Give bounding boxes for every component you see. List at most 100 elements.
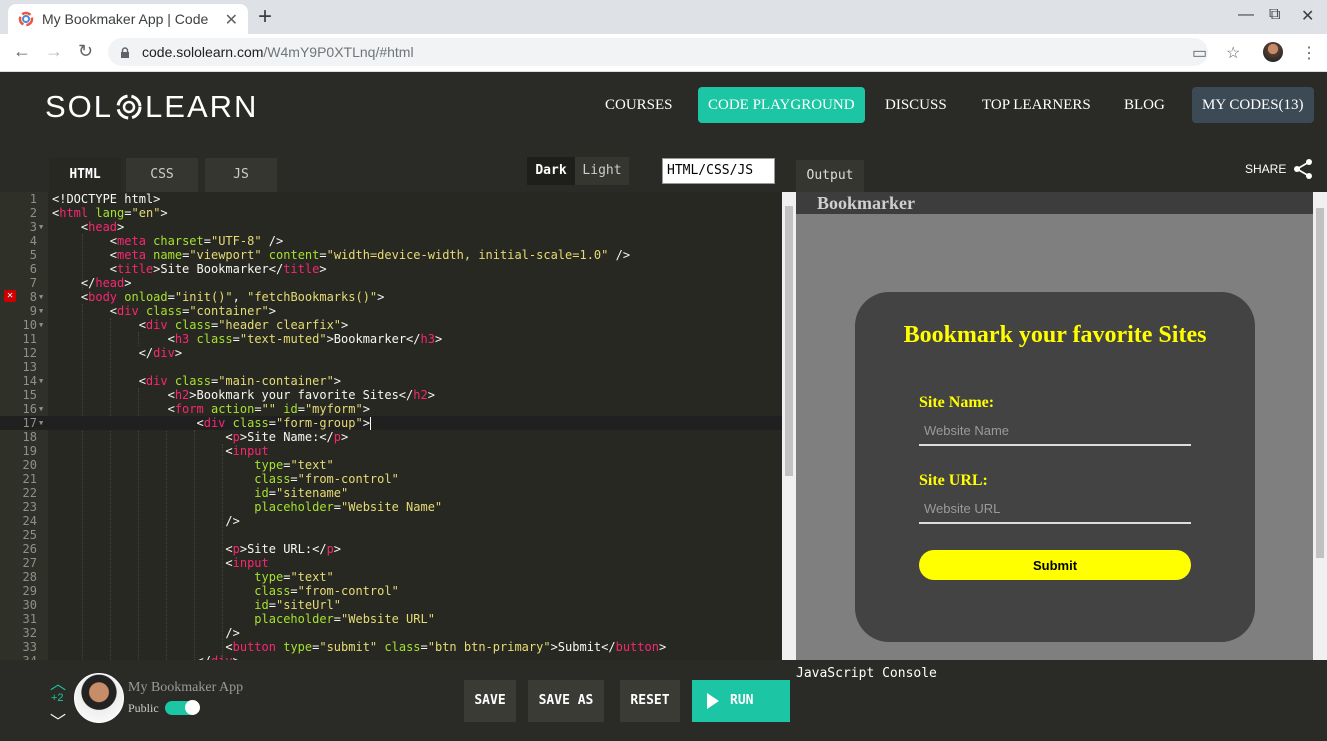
- code-editor[interactable]: 1 <!DOCTYPE html> 2 <html lang="en"> 3 ▼ <hea…: [0, 192, 782, 660]
- fold-arrow-icon[interactable]: ▼: [39, 402, 43, 416]
- address-bar[interactable]: code.sololearn.com/W4mY9P0XTLnq/#html: [108, 38, 1208, 66]
- code-text: <html lang="en">: [52, 206, 168, 220]
- code-line[interactable]: 1 <!DOCTYPE html>: [0, 192, 782, 206]
- code-text: id="siteUrl": [254, 598, 342, 612]
- save-button[interactable]: SAVE: [464, 680, 516, 722]
- tab-js[interactable]: JS: [205, 158, 277, 192]
- code-line[interactable]: 18 <p>Site Name:</p>: [0, 430, 782, 444]
- forward-arrow-icon[interactable]: →: [45, 41, 63, 62]
- line-number: 13: [22, 360, 37, 374]
- submit-button[interactable]: Submit: [919, 550, 1191, 580]
- code-line[interactable]: 14 ▼ <div class="main-container">: [0, 374, 782, 388]
- nav-blog[interactable]: BLOG: [1114, 87, 1175, 123]
- author-avatar[interactable]: [74, 673, 124, 723]
- code-line[interactable]: 25: [0, 528, 782, 542]
- code-line[interactable]: 24 />: [0, 514, 782, 528]
- nav-code-playground[interactable]: CODE PLAYGROUND: [698, 87, 865, 123]
- code-line[interactable]: 32 />: [0, 626, 782, 640]
- theme-dark-button[interactable]: Dark: [527, 157, 575, 185]
- editor-scrollbar[interactable]: [782, 192, 796, 660]
- nav-my-codes[interactable]: MY CODES(13): [1192, 87, 1314, 123]
- code-text: type="text": [254, 570, 334, 584]
- code-text: <p>Site Name:</p>: [52, 430, 349, 444]
- url-path: /W4mY9P0XTLnq/#html: [263, 44, 414, 60]
- code-line[interactable]: 30 id="siteUrl": [0, 598, 782, 612]
- code-line[interactable]: 22 id="sitename": [0, 486, 782, 500]
- share-button[interactable]: SHARE: [1245, 158, 1314, 180]
- bookmark-star-icon[interactable]: ☆: [1226, 43, 1240, 63]
- code-line[interactable]: 9 ▼ <div class="container">: [0, 304, 782, 318]
- restore-window-icon[interactable]: ⧉: [1269, 6, 1280, 24]
- code-text: id="sitename": [254, 486, 349, 500]
- close-tab-icon[interactable]: ✕: [225, 10, 238, 30]
- output-scrollbar[interactable]: [1313, 192, 1327, 660]
- nav-top-learners[interactable]: TOP LEARNERS: [972, 87, 1101, 123]
- code-line[interactable]: 12 </div>: [0, 346, 782, 360]
- reload-icon[interactable]: ↻: [78, 41, 93, 62]
- code-line[interactable]: 31 placeholder="Website URL": [0, 612, 782, 626]
- fold-arrow-icon[interactable]: ▼: [39, 374, 43, 388]
- downvote-chevron-icon[interactable]: ﹀: [50, 708, 66, 732]
- fold-arrow-icon[interactable]: ▼: [39, 304, 43, 318]
- minimize-window-icon[interactable]: —: [1238, 6, 1254, 24]
- code-text: placeholder="Website URL": [254, 612, 435, 626]
- code-line[interactable]: 23 placeholder="Website Name": [0, 500, 782, 514]
- code-text: <h3 class="text-muted">Bookmarker</h3>: [52, 332, 443, 346]
- browser-tab[interactable]: My Bookmaker App | Code ✕: [8, 4, 248, 34]
- save-as-button[interactable]: SAVE AS: [528, 680, 604, 722]
- fold-arrow-icon[interactable]: ▼: [39, 290, 43, 304]
- public-toggle[interactable]: [165, 700, 200, 715]
- sololearn-logo[interactable]: SOL LEARN: [45, 89, 258, 125]
- code-line[interactable]: 6 <title>Site Bookmarker</title>: [0, 262, 782, 276]
- code-line[interactable]: 7 </head>: [0, 276, 782, 290]
- editor-scrollbar-thumb[interactable]: [785, 206, 793, 476]
- code-line[interactable]: 3 ▼ <head>: [0, 220, 782, 234]
- cast-icon[interactable]: ▭: [1192, 43, 1207, 63]
- reset-button[interactable]: RESET: [620, 680, 680, 722]
- nav-courses[interactable]: COURSES: [595, 87, 683, 123]
- code-line[interactable]: ✕ 8 ▼ <body onload="init()", "fetchBookmar…: [0, 290, 782, 304]
- fold-arrow-icon[interactable]: ▼: [39, 416, 43, 430]
- language-selector[interactable]: HTML/CSS/JS: [662, 158, 775, 184]
- fold-arrow-icon[interactable]: ▼: [39, 318, 43, 332]
- code-line[interactable]: 15 <h2>Bookmark your favorite Sites</h2>: [0, 388, 782, 402]
- site-url-input[interactable]: [919, 494, 1191, 524]
- profile-avatar[interactable]: [1263, 42, 1283, 62]
- code-line[interactable]: 5 <meta name="viewport" content="width=d…: [0, 248, 782, 262]
- code-line[interactable]: 2 <html lang="en">: [0, 206, 782, 220]
- code-text: <input: [52, 556, 269, 570]
- run-button[interactable]: RUN: [692, 680, 790, 722]
- code-line[interactable]: 28 type="text": [0, 570, 782, 584]
- code-line[interactable]: 11 <h3 class="text-muted">Bookmarker</h3…: [0, 332, 782, 346]
- code-line[interactable]: 26 <p>Site URL:</p>: [0, 542, 782, 556]
- code-line[interactable]: 19 <input: [0, 444, 782, 458]
- share-icon: [1294, 159, 1313, 179]
- site-name-input[interactable]: [919, 416, 1191, 446]
- browser-menu-icon[interactable]: ⋮: [1301, 43, 1317, 63]
- code-line[interactable]: 17 ▼ <div class="form-group">: [0, 416, 782, 430]
- close-window-icon[interactable]: ✕: [1301, 6, 1314, 26]
- browser-toolbar: ← → ↻ code.sololearn.com/W4mY9P0XTLnq/#h…: [0, 34, 1327, 72]
- code-text: <h2>Bookmark your favorite Sites</h2>: [52, 388, 435, 402]
- fold-arrow-icon[interactable]: ▼: [39, 220, 43, 234]
- line-number: 28: [22, 570, 37, 584]
- upvote-chevron-icon[interactable]: ︿: [50, 670, 66, 694]
- code-line[interactable]: 13: [0, 360, 782, 374]
- new-tab-button[interactable]: +: [258, 4, 272, 30]
- code-line[interactable]: 16 ▼ <form action="" id="myform">: [0, 402, 782, 416]
- code-line[interactable]: 33 <button type="submit" class="btn btn-…: [0, 640, 782, 654]
- code-line[interactable]: 29 class="from-control": [0, 584, 782, 598]
- output-scrollbar-thumb[interactable]: [1316, 208, 1324, 558]
- tab-html[interactable]: HTML: [49, 158, 121, 192]
- tab-output[interactable]: Output: [796, 160, 864, 192]
- code-line[interactable]: 27 <input: [0, 556, 782, 570]
- nav-discuss[interactable]: DISCUSS: [875, 87, 957, 123]
- sololearn-favicon-icon: [18, 11, 34, 27]
- code-line[interactable]: 10 ▼ <div class="header clearfix">: [0, 318, 782, 332]
- back-arrow-icon[interactable]: ←: [13, 41, 31, 62]
- code-line[interactable]: 4 <meta charset="UTF-8" />: [0, 234, 782, 248]
- code-line[interactable]: 20 type="text": [0, 458, 782, 472]
- theme-light-button[interactable]: Light: [575, 157, 629, 185]
- tab-css[interactable]: CSS: [126, 158, 198, 192]
- code-line[interactable]: 21 class="from-control": [0, 472, 782, 486]
